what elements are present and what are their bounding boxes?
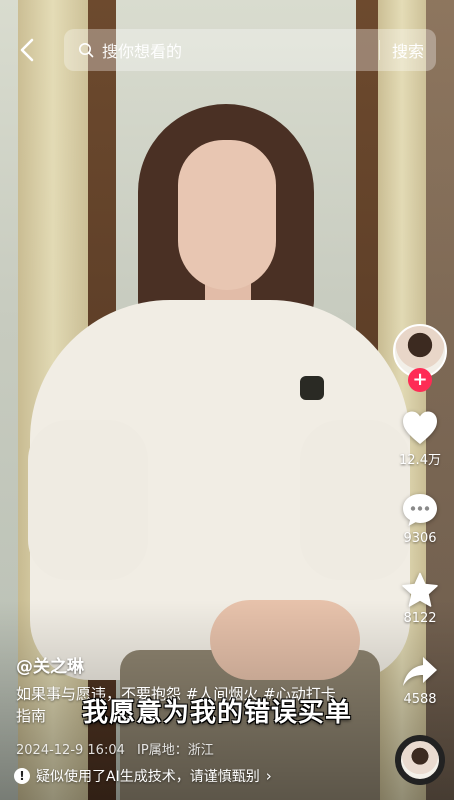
- favorite-button[interactable]: 8122: [396, 572, 444, 626]
- back-button[interactable]: [14, 36, 42, 64]
- heart-icon: [403, 411, 437, 444]
- warning-icon: !: [14, 768, 30, 784]
- search-icon: [78, 41, 96, 59]
- video-player[interactable]: [0, 0, 454, 800]
- share-count: 4588: [403, 692, 437, 707]
- person-face: [178, 140, 276, 290]
- ai-notice-text: 疑似使用了AI生成技术，请谨慎甄别: [36, 769, 260, 785]
- music-disc[interactable]: [395, 735, 445, 785]
- search-bar[interactable]: 搜你想看的 搜索: [64, 29, 436, 71]
- search-input[interactable]: 搜你想看的: [102, 38, 379, 62]
- ip-location: IP属地：浙江: [137, 743, 214, 758]
- favorite-count: 8122: [403, 611, 437, 626]
- comment-icon: [403, 494, 437, 526]
- post-meta: 2024-12-9 16:04 IP属地：浙江: [16, 739, 222, 758]
- search-button[interactable]: 搜索: [380, 38, 436, 62]
- ai-notice[interactable]: ! 疑似使用了AI生成技术，请谨慎甄别 ›: [14, 766, 272, 786]
- comment-button[interactable]: 9306: [396, 492, 444, 546]
- back-icon: [20, 38, 34, 62]
- star-icon: [402, 572, 438, 607]
- sweater-badge: [300, 376, 324, 400]
- like-button[interactable]: 12.4万: [396, 410, 444, 468]
- like-count: 12.4万: [399, 453, 441, 468]
- share-button[interactable]: 4588: [396, 655, 444, 707]
- person-sleeve-right: [300, 420, 410, 580]
- follow-button[interactable]: +: [408, 368, 432, 392]
- post-date: 2024-12-9 16:04: [16, 743, 125, 758]
- video-subtitle: 我愿意为我的错误买单: [82, 698, 353, 728]
- comment-count: 9306: [403, 531, 437, 546]
- chevron-right-icon: ›: [265, 767, 272, 785]
- share-icon: [403, 657, 437, 686]
- person-sleeve-left: [28, 420, 148, 580]
- author-name[interactable]: @关之琳: [16, 652, 84, 677]
